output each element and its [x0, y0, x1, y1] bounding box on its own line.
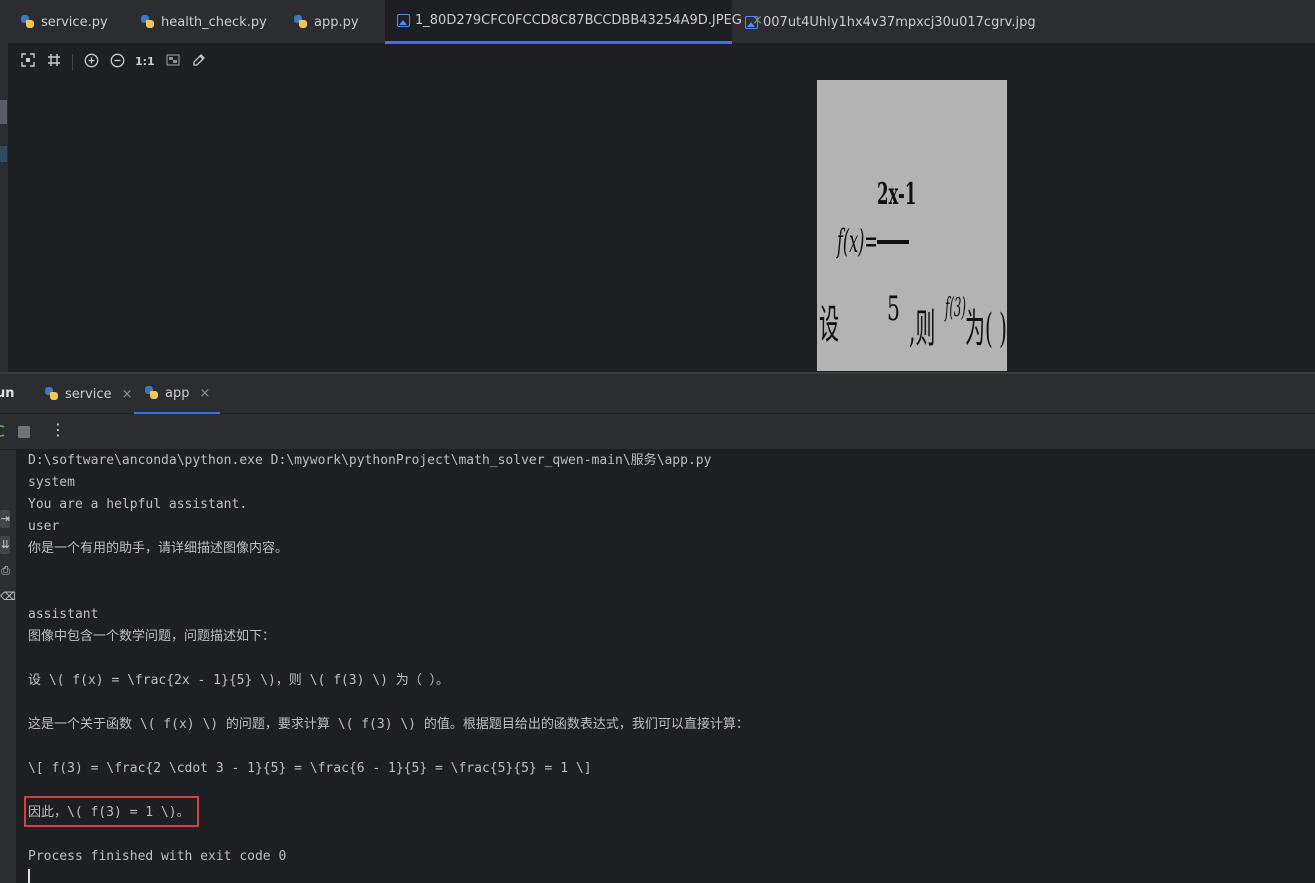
run-title: un	[0, 386, 15, 401]
tab-label: service.py	[41, 14, 108, 30]
console-line: D:\software\anconda\python.exe D:\mywork…	[28, 453, 712, 468]
soft-wrap-icon[interactable]: ⇥	[0, 510, 10, 528]
console-line: 图像中包含一个数学问题，问题描述如下：	[28, 629, 276, 644]
image-viewer-toolbar: 1:1	[20, 52, 207, 72]
console-side-toolbar: ⇥ ⇊ ⎙ ⌫	[0, 450, 17, 883]
image-viewer: 1:1 2x-1 f(x)= 5 设 ,则 f(3) 为()	[8, 44, 1315, 372]
image-function: f(x)=	[836, 223, 878, 260]
chessboard-icon[interactable]	[165, 53, 181, 71]
more-options-icon[interactable]: ⋮	[50, 422, 66, 438]
clear-all-icon[interactable]: ⌫	[0, 588, 16, 606]
tab-label: health_check.py	[161, 14, 267, 30]
console-line: system	[28, 475, 75, 490]
toolbar-separator	[72, 54, 73, 70]
python-file-icon	[293, 14, 309, 30]
image-prefix: 设	[819, 303, 839, 349]
tab-jpeg-image[interactable]: 1_80D279CFC0FCCD8C87BCCDBB43254A9D.JPEG …	[385, 0, 763, 44]
console-line: You are a helpful assistant.	[28, 497, 248, 512]
python-file-icon	[20, 14, 36, 30]
image-denominator: 5	[887, 288, 900, 328]
math-problem-image: 2x-1 f(x)= 5 设 ,则 f(3) 为( )	[817, 80, 1007, 371]
tab-health-check-py[interactable]: health_check.py	[140, 0, 267, 44]
zoom-in-icon[interactable]	[83, 53, 99, 72]
image-file-icon	[745, 15, 758, 29]
gutter-marker	[0, 146, 7, 162]
run-tab-service[interactable]: service ×	[44, 374, 132, 414]
gutter-marker	[0, 100, 7, 124]
answer-highlight-box	[24, 796, 199, 827]
console-line: 这是一个关于函数 \( f(x) \) 的问题，要求计算 \( f(3) \) …	[28, 717, 749, 732]
grid-icon[interactable]	[46, 53, 62, 71]
tab-app-py[interactable]: app.py	[293, 0, 359, 44]
console-exit-line: Process finished with exit code 0	[28, 849, 287, 864]
close-icon[interactable]: ×	[199, 386, 210, 401]
run-tool-window-header: un service × app ×	[0, 374, 1315, 414]
image-numerator: 2x-1	[877, 175, 916, 211]
text-caret	[28, 869, 30, 883]
tab-label: app.py	[314, 14, 359, 30]
run-tab-label: app	[165, 385, 190, 401]
left-gutter	[0, 0, 8, 372]
tab-jpg-image[interactable]: 007ut4Uhly1hx4v37mpxcj30u017cgrv.jpg	[745, 0, 1036, 44]
console-line: user	[28, 519, 60, 534]
fit-to-window-icon[interactable]	[20, 53, 36, 71]
run-toolbar: ⋮	[0, 414, 1315, 450]
close-icon[interactable]: ×	[122, 387, 133, 402]
python-run-icon	[144, 385, 160, 401]
editor-tab-bar: service.py health_check.py app.py 1_80D2…	[0, 0, 1315, 44]
run-tab-label: service	[65, 386, 112, 402]
tab-label: 007ut4Uhly1hx4v37mpxcj30u017cgrv.jpg	[763, 14, 1036, 30]
console-line: assistant	[28, 607, 99, 622]
console-line: 设 \( f(x) = \frac{2x - 1}{5} \)，则 \( f(3…	[28, 673, 450, 688]
tab-label: 1_80D279CFC0FCCD8C87BCCDBB43254A9D.JPEG	[415, 13, 742, 28]
stop-icon[interactable]	[18, 426, 30, 438]
image-file-icon	[397, 14, 410, 27]
scroll-to-end-icon[interactable]: ⇊	[0, 536, 10, 554]
python-file-icon	[140, 14, 156, 30]
console-output[interactable]: D:\software\anconda\python.exe D:\mywork…	[17, 450, 1315, 883]
image-ending: 为( )	[965, 307, 1007, 353]
tab-service-py[interactable]: service.py	[20, 0, 108, 44]
print-icon[interactable]: ⎙	[0, 562, 10, 580]
zoom-out-icon[interactable]	[109, 53, 125, 72]
run-tab-app[interactable]: app ×	[134, 374, 221, 414]
console-line: 你是一个有用的助手，请详细描述图像内容。	[28, 541, 289, 556]
image-f3: f(3)	[944, 291, 966, 322]
python-run-icon	[44, 386, 60, 402]
console-line: \[ f(3) = \frac{2 \cdot 3 - 1}{5} = \fra…	[28, 761, 592, 776]
actual-size-button[interactable]: 1:1	[135, 54, 155, 70]
color-picker-icon[interactable]	[191, 53, 207, 71]
rerun-icon[interactable]	[0, 424, 6, 438]
image-suffix: ,则	[909, 307, 935, 353]
